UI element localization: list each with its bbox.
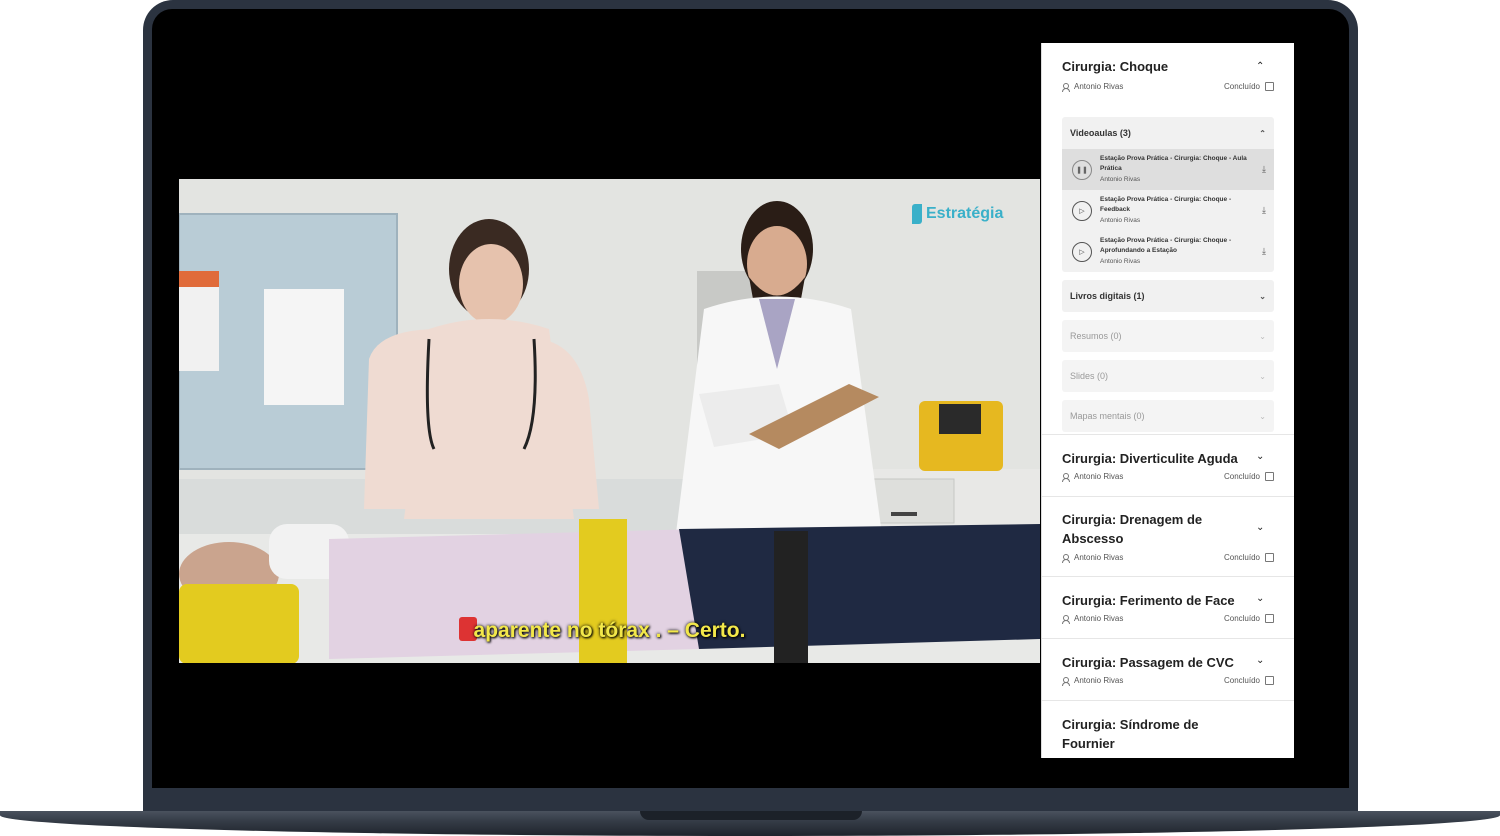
- download-icon[interactable]: ⤓: [1262, 164, 1266, 175]
- section-videoaulas: Videoaulas (3) ⌃ ❚❚ Estação Prova Prátic…: [1062, 117, 1274, 272]
- course-title: Cirurgia: Drenagem de Abscesso: [1062, 512, 1203, 546]
- user-icon: [1062, 82, 1070, 92]
- course-title: Cirurgia: Ferimento de Face: [1062, 593, 1235, 608]
- chevron-up-icon: ⌃: [1259, 128, 1266, 138]
- play-icon[interactable]: ▷: [1072, 200, 1092, 221]
- section-label: Slides (0): [1070, 371, 1109, 381]
- video-subtitle: aparente no tórax . – Certo.: [473, 619, 746, 642]
- user-icon: [1062, 553, 1070, 563]
- completed-checkbox[interactable]: [1265, 553, 1274, 562]
- lesson-item[interactable]: ▷ Estação Prova Prática - Cirurgia: Choq…: [1062, 190, 1274, 231]
- course-author: Antonio Rivas: [1074, 82, 1124, 91]
- section-resumos[interactable]: Resumos (0) ⌄: [1062, 320, 1274, 352]
- user-icon: [1062, 472, 1070, 482]
- completed-label: Concluído: [1223, 472, 1260, 481]
- chevron-down-icon: ⌄: [1259, 371, 1266, 381]
- course-meta: Antonio Rivas Concluído: [1062, 82, 1274, 92]
- lesson-title: Estação Prova Prática - Cirurgia: Choque…: [1100, 195, 1232, 214]
- completed-checkbox[interactable]: [1265, 82, 1274, 91]
- section-label: Videoaulas (3): [1070, 128, 1131, 138]
- course-title: Cirurgia: Diverticulite Aguda: [1062, 451, 1238, 466]
- completed-checkbox[interactable]: [1265, 472, 1274, 481]
- course-item[interactable]: Cirurgia: Drenagem de Abscesso ⌄ Antonio…: [1042, 497, 1294, 577]
- section-label: Resumos (0): [1070, 331, 1122, 341]
- lesson-author: Antonio Rivas: [1100, 216, 1141, 224]
- brand-name: Estratégia: [926, 205, 1004, 222]
- download-icon[interactable]: ⤓: [1262, 246, 1266, 257]
- laptop-screen: Estratégia aparente no tórax . – Certo. …: [152, 9, 1349, 788]
- course-item[interactable]: Cirurgia: Diverticulite Aguda ⌄ Antonio …: [1042, 435, 1294, 497]
- lesson-item[interactable]: ❚❚ Estação Prova Prática - Cirurgia: Cho…: [1062, 149, 1274, 190]
- course-item[interactable]: Cirurgia: Passagem de CVC ⌄ Antonio Riva…: [1042, 639, 1294, 701]
- completed-label: Concluído: [1223, 553, 1260, 562]
- course-title: Cirurgia: Passagem de CVC: [1062, 655, 1234, 670]
- laptop-hinge: [640, 811, 862, 820]
- completed-label: Concluído: [1223, 676, 1260, 685]
- user-icon: [1062, 676, 1070, 686]
- lesson-title: Estação Prova Prática - Cirurgia: Choque…: [1100, 236, 1232, 255]
- download-icon[interactable]: ⤓: [1262, 205, 1266, 216]
- user-icon: [1062, 614, 1070, 624]
- completed-label: Concluído: [1223, 82, 1260, 91]
- completed-label: Concluído: [1223, 614, 1260, 623]
- lesson-author: Antonio Rivas: [1100, 175, 1141, 183]
- chevron-down-icon[interactable]: ⌄: [1256, 523, 1266, 533]
- completed-checkbox[interactable]: [1265, 676, 1274, 685]
- course-author: Antonio Rivas: [1074, 676, 1124, 685]
- section-slides[interactable]: Slides (0) ⌄: [1062, 360, 1274, 392]
- section-label: Livros digitais (1): [1070, 291, 1145, 301]
- course-item-choque: Cirurgia: Choque ⌃ Antonio Rivas Concluí…: [1042, 43, 1294, 435]
- lesson-item[interactable]: ▷ Estação Prova Prática - Cirurgia: Choq…: [1062, 231, 1274, 272]
- course-item[interactable]: Cirurgia: Síndrome de Fournier: [1042, 701, 1294, 751]
- video-frame-image: [179, 179, 1040, 663]
- course-title: Cirurgia: Síndrome de Fournier: [1062, 717, 1199, 751]
- section-label: Mapas mentais (0): [1070, 411, 1145, 421]
- course-title[interactable]: Cirurgia: Choque: [1062, 57, 1274, 76]
- chevron-down-icon: ⌄: [1259, 411, 1266, 421]
- chevron-down-icon[interactable]: ⌄: [1256, 656, 1266, 666]
- video-player[interactable]: Estratégia aparente no tórax . – Certo.: [179, 179, 1040, 663]
- chevron-down-icon: ⌄: [1259, 331, 1266, 341]
- section-livros-digitais[interactable]: Livros digitais (1) ⌄: [1062, 280, 1274, 312]
- lesson-title: Estação Prova Prática - Cirurgia: Choque…: [1100, 154, 1247, 173]
- course-sidebar: Cirurgia: Choque ⌃ Antonio Rivas Concluí…: [1041, 43, 1294, 758]
- chevron-down-icon[interactable]: ⌄: [1256, 452, 1266, 462]
- section-mapas-mentais[interactable]: Mapas mentais (0) ⌄: [1062, 400, 1274, 432]
- chevron-down-icon: ⌄: [1259, 291, 1266, 301]
- completed-checkbox[interactable]: [1265, 614, 1274, 623]
- chevron-down-icon[interactable]: ⌄: [1256, 594, 1266, 604]
- play-icon[interactable]: ▷: [1072, 241, 1092, 262]
- pause-icon[interactable]: ❚❚: [1072, 159, 1092, 180]
- brand-logo-icon: [912, 204, 922, 224]
- course-author: Antonio Rivas: [1074, 553, 1124, 562]
- course-author: Antonio Rivas: [1074, 614, 1124, 623]
- brand-logo: Estratégia: [912, 204, 1003, 224]
- section-videoaulas-header[interactable]: Videoaulas (3) ⌃: [1062, 117, 1274, 149]
- course-item[interactable]: Cirurgia: Ferimento de Face ⌄ Antonio Ri…: [1042, 577, 1294, 639]
- chevron-up-icon[interactable]: ⌃: [1256, 62, 1266, 72]
- course-author: Antonio Rivas: [1074, 472, 1124, 481]
- lesson-author: Antonio Rivas: [1100, 257, 1141, 265]
